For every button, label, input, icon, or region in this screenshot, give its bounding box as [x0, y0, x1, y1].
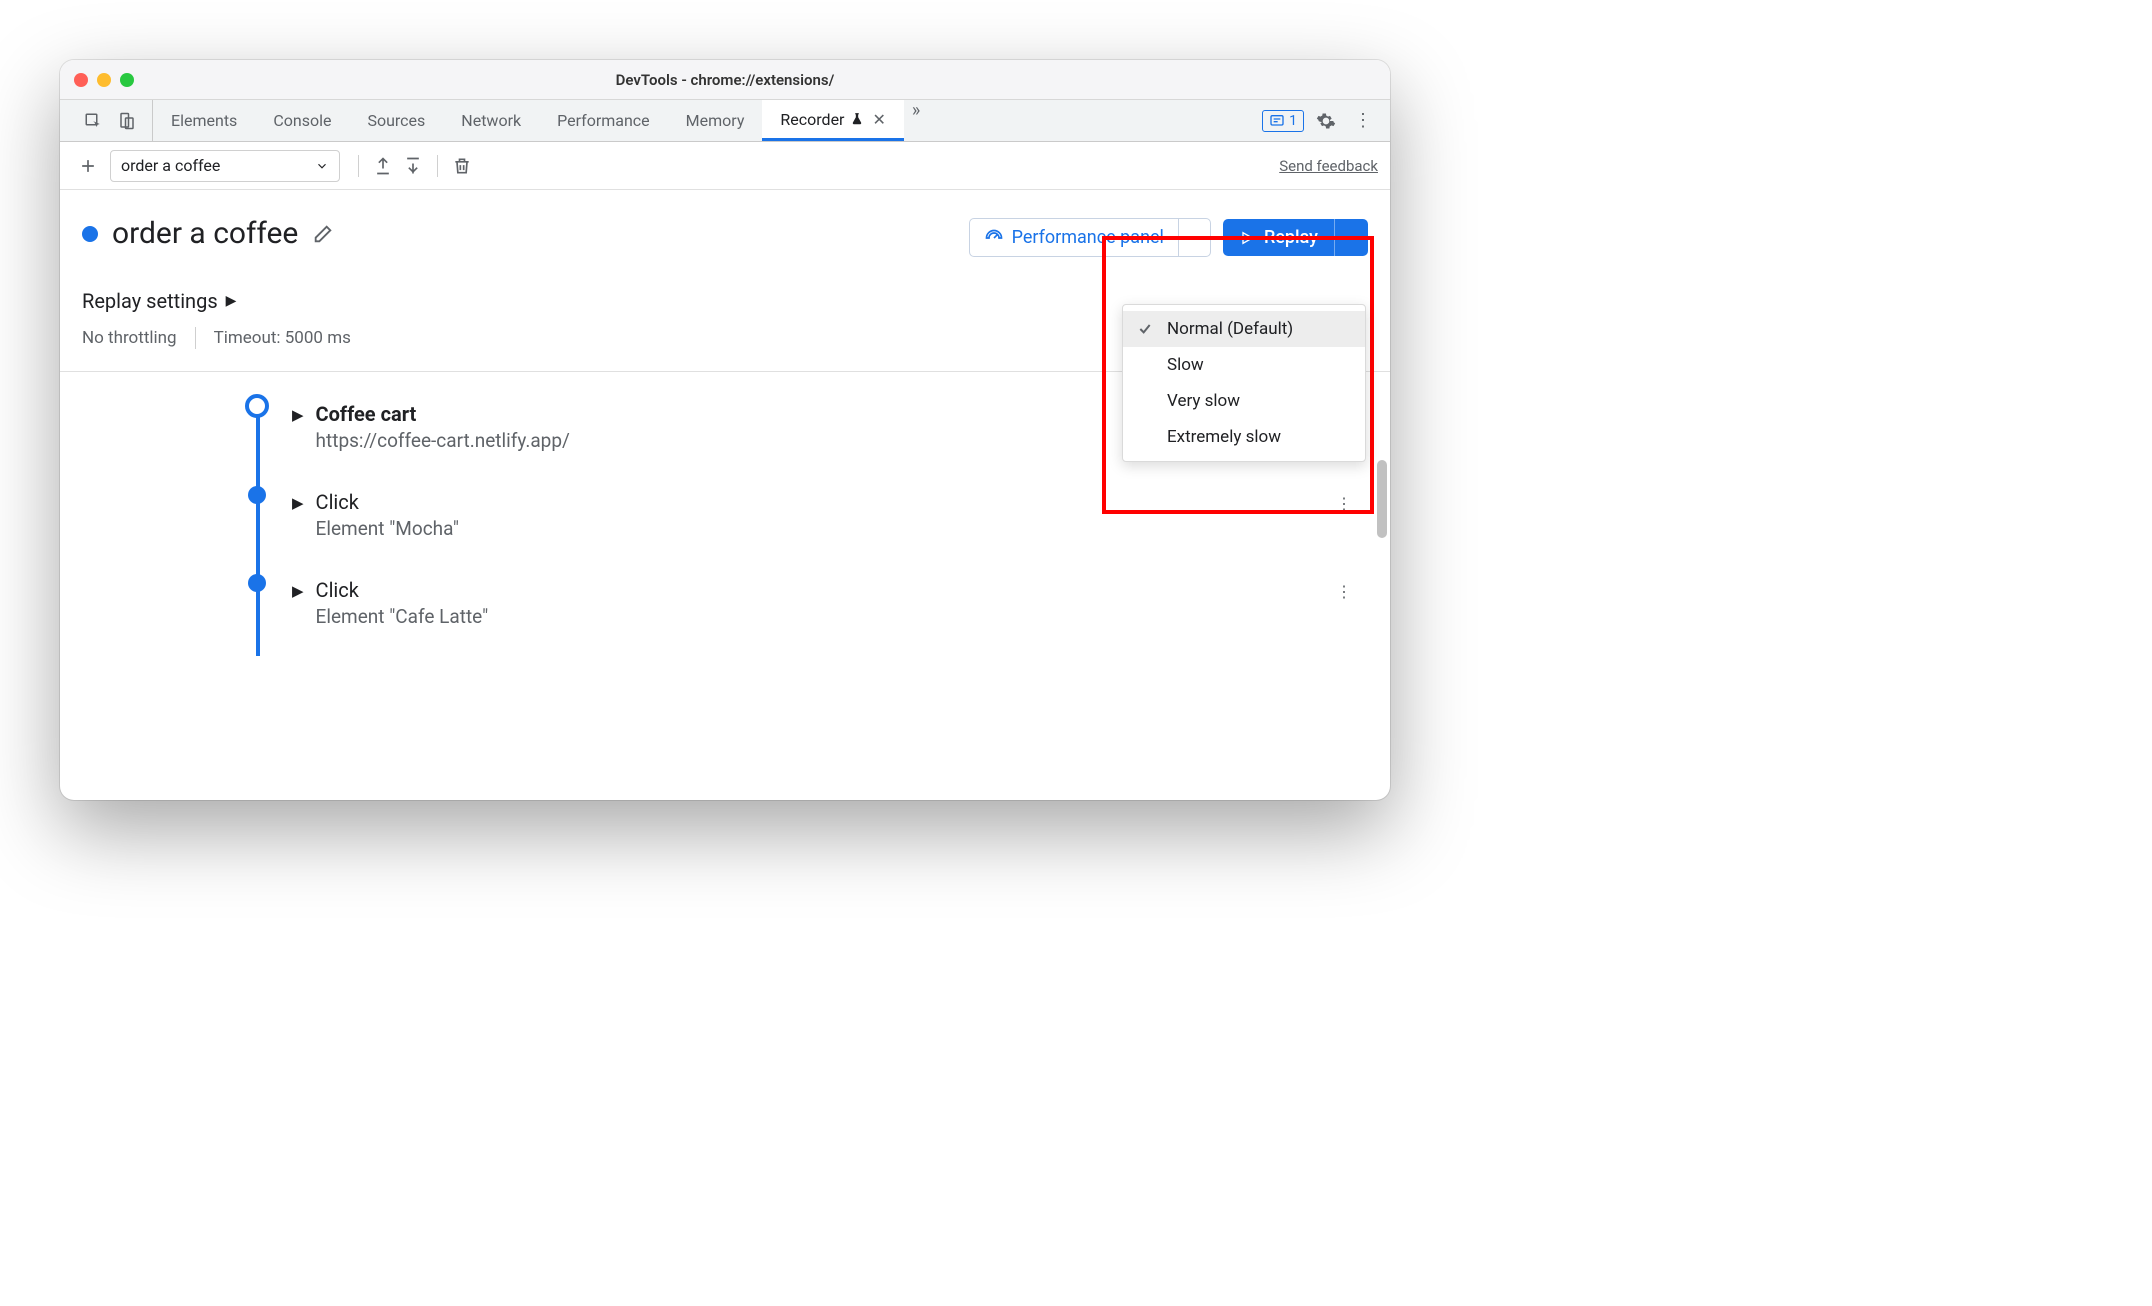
step-content: Click Element "Mocha" — [316, 490, 1332, 540]
speed-option-label: Very slow — [1167, 391, 1240, 411]
replay-label: Replay — [1264, 227, 1318, 248]
replay-speed-dropdown[interactable] — [1334, 219, 1368, 256]
step-title: Click — [316, 578, 1332, 602]
tabbar-actions: 1 ⋮ — [1262, 100, 1382, 141]
import-icon[interactable] — [403, 156, 423, 176]
tab-elements[interactable]: Elements — [153, 100, 255, 141]
tab-label: Performance — [557, 111, 650, 130]
divider — [437, 155, 438, 177]
step-subtitle: Element "Mocha" — [316, 517, 1332, 540]
step-item: ▶ Click Element "Cafe Latte" ⋮ — [240, 568, 1366, 656]
chevron-up-icon — [1346, 232, 1358, 244]
tab-recorder[interactable]: Recorder ✕ — [762, 100, 903, 141]
step-content: Click Element "Cafe Latte" — [316, 578, 1332, 628]
performance-panel-button: Performance panel — [969, 218, 1211, 257]
recorder-toolbar: order a coffee Send feedback — [60, 142, 1390, 190]
header-actions: Performance panel Replay — [969, 218, 1368, 257]
new-recording-button[interactable] — [72, 150, 104, 182]
speed-option-label: Slow — [1167, 355, 1204, 375]
tab-label: Memory — [686, 111, 745, 130]
timeout-value: Timeout: 5000 ms — [214, 328, 351, 348]
speed-option-normal[interactable]: Normal (Default) — [1123, 311, 1365, 347]
step-menu-icon[interactable]: ⋮ — [1332, 490, 1356, 517]
replay-main[interactable]: Replay — [1223, 219, 1334, 256]
window-controls — [74, 73, 134, 87]
panel-tabs: Elements Console Sources Network Perform… — [153, 100, 928, 141]
more-options-icon[interactable]: ⋮ — [1348, 110, 1378, 131]
toolbar-icons — [354, 155, 472, 177]
tab-label: Elements — [171, 111, 237, 130]
replay-speed-menu: Normal (Default) Slow Very slow Extremel… — [1122, 304, 1366, 462]
experiment-icon — [850, 112, 864, 126]
recording-select[interactable]: order a coffee — [110, 150, 340, 182]
expand-step-icon[interactable]: ▶ — [292, 494, 304, 512]
tab-sources[interactable]: Sources — [349, 100, 443, 141]
recording-title-row: order a coffee — [82, 216, 334, 251]
speed-option-extremely-slow[interactable]: Extremely slow — [1123, 419, 1365, 455]
throttling-value: No throttling — [82, 328, 177, 348]
recording-indicator-icon — [82, 226, 98, 242]
maximize-window-button[interactable] — [120, 73, 134, 87]
scrollbar-thumb[interactable] — [1377, 460, 1387, 538]
minimize-window-button[interactable] — [97, 73, 111, 87]
chevron-right-icon: ▶ — [226, 293, 237, 309]
speed-option-label: Extremely slow — [1167, 427, 1281, 447]
expand-step-icon[interactable]: ▶ — [292, 406, 304, 424]
close-tab-icon[interactable]: ✕ — [872, 110, 885, 129]
recording-header: order a coffee Performance panel Replay — [60, 190, 1390, 267]
tab-label: Console — [273, 111, 331, 130]
select-element-icon[interactable] — [78, 106, 108, 136]
export-icon[interactable] — [373, 156, 393, 176]
replay-button: Replay — [1223, 219, 1368, 256]
recording-title: order a coffee — [112, 216, 298, 251]
step-marker-icon — [248, 486, 266, 504]
step-subtitle: Element "Cafe Latte" — [316, 605, 1332, 628]
expand-step-icon[interactable]: ▶ — [292, 582, 304, 600]
chevron-down-icon — [1188, 232, 1200, 244]
issues-count: 1 — [1289, 113, 1297, 129]
devtools-window: DevTools - chrome://extensions/ Elements… — [60, 60, 1390, 800]
settings-icon[interactable] — [1310, 111, 1342, 131]
gauge-icon — [984, 228, 1004, 248]
close-window-button[interactable] — [74, 73, 88, 87]
issues-badge[interactable]: 1 — [1262, 110, 1304, 132]
performance-panel-label: Performance panel — [1012, 227, 1164, 248]
more-tabs-icon[interactable]: » — [904, 100, 928, 141]
tab-label: Recorder — [780, 110, 844, 129]
device-toolbar-icon[interactable] — [112, 106, 142, 136]
tab-label: Sources — [367, 111, 425, 130]
divider — [195, 327, 196, 349]
step-marker-icon — [245, 394, 269, 418]
speed-option-slow[interactable]: Slow — [1123, 347, 1365, 383]
tab-performance[interactable]: Performance — [539, 100, 668, 141]
performance-panel-dropdown[interactable] — [1178, 219, 1210, 256]
inspect-tools — [68, 100, 153, 141]
tab-label: Network — [461, 111, 521, 130]
titlebar: DevTools - chrome://extensions/ — [60, 60, 1390, 100]
speed-option-label: Normal (Default) — [1167, 319, 1293, 339]
panel-tabbar: Elements Console Sources Network Perform… — [60, 100, 1390, 142]
chevron-down-icon — [315, 159, 329, 173]
step-menu-icon[interactable]: ⋮ — [1332, 578, 1356, 605]
recording-select-label: order a coffee — [121, 156, 220, 175]
divider — [358, 155, 359, 177]
window-title: DevTools - chrome://extensions/ — [616, 71, 835, 89]
play-icon — [1239, 230, 1255, 246]
step-title: Click — [316, 490, 1332, 514]
replay-settings-label: Replay settings — [82, 289, 218, 313]
delete-icon[interactable] — [452, 156, 472, 176]
step-item: ▶ Click Element "Mocha" ⋮ — [240, 480, 1366, 568]
send-feedback-link[interactable]: Send feedback — [1279, 157, 1378, 175]
step-marker-icon — [248, 574, 266, 592]
tab-memory[interactable]: Memory — [668, 100, 763, 141]
tab-network[interactable]: Network — [443, 100, 539, 141]
speed-option-very-slow[interactable]: Very slow — [1123, 383, 1365, 419]
tab-console[interactable]: Console — [255, 100, 349, 141]
edit-title-button[interactable] — [312, 223, 334, 245]
performance-panel-main[interactable]: Performance panel — [970, 219, 1178, 256]
check-icon — [1137, 321, 1155, 337]
